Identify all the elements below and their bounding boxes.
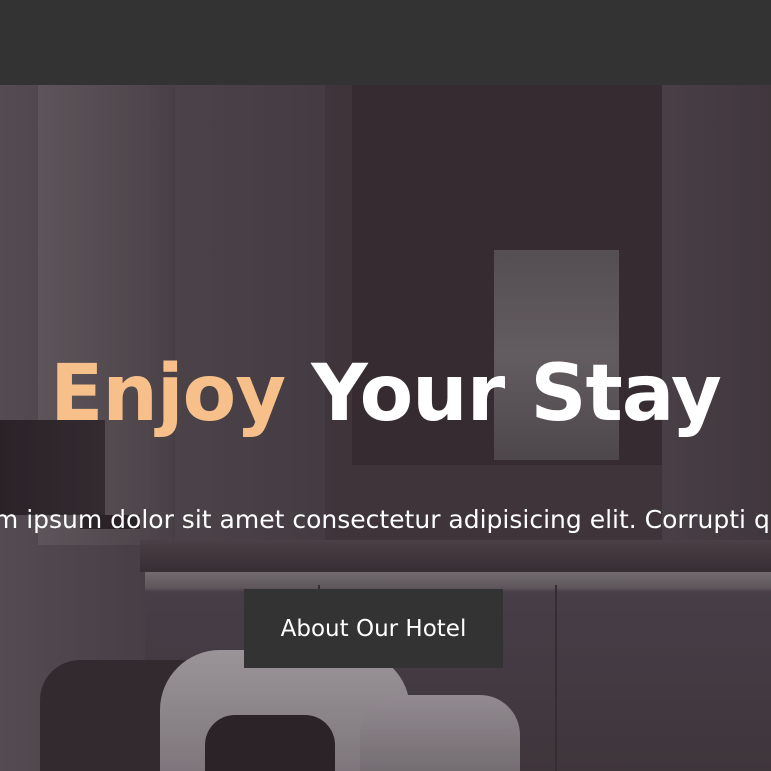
hero-subtitle: Lorem ipsum dolor sit amet consectetur a… bbox=[0, 505, 771, 534]
hero-title-accent: Enjoy bbox=[50, 349, 286, 439]
hero-title-rest: Your Stay bbox=[311, 349, 722, 439]
hero-title: Enjoy Your Stay bbox=[0, 355, 771, 433]
about-hotel-button[interactable]: About Our Hotel bbox=[244, 589, 503, 668]
hero-content: Enjoy Your Stay Lorem ipsum dolor sit am… bbox=[0, 85, 771, 771]
hero-section: Enjoy Your Stay Lorem ipsum dolor sit am… bbox=[0, 85, 771, 771]
top-navigation-bar bbox=[0, 0, 771, 85]
